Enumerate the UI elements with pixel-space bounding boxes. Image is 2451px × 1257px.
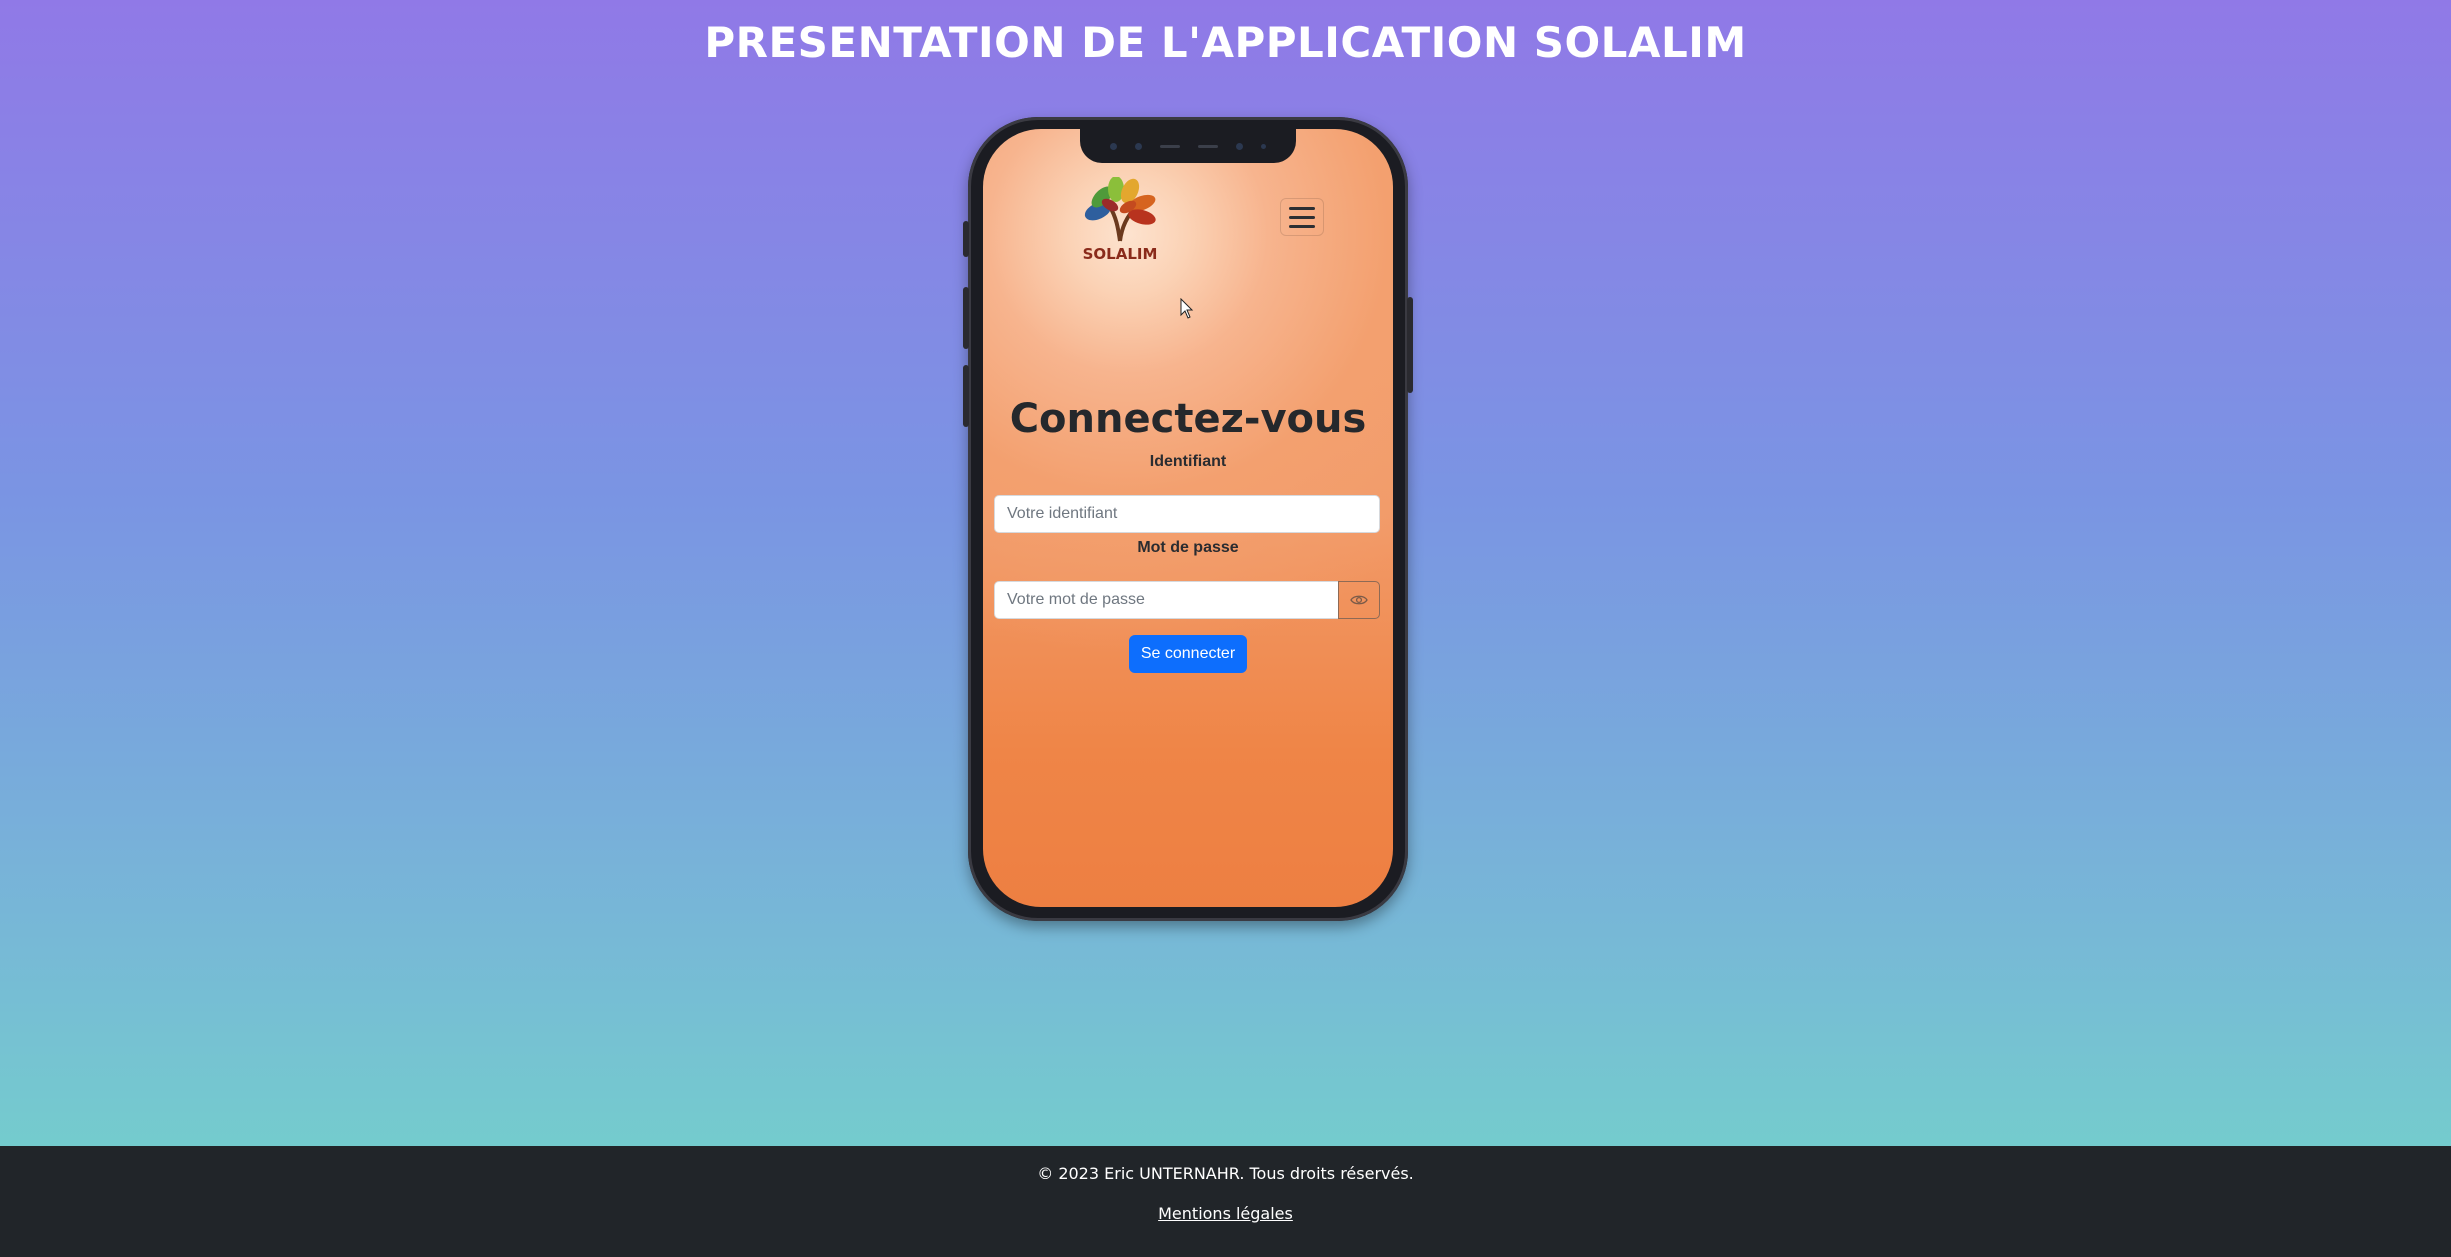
solalim-logo[interactable]: SOLALIM <box>1080 176 1160 263</box>
mouse-cursor-icon <box>1180 298 1194 319</box>
phone-volume-up <box>963 287 969 349</box>
username-label: Identifiant <box>1149 453 1227 470</box>
hamburger-menu-icon <box>1289 215 1315 219</box>
sensor-icon <box>1110 142 1117 150</box>
camera-icon <box>1135 142 1142 150</box>
hamburger-menu-icon <box>1289 206 1315 210</box>
phone-mockup: SOLALIM Connectez-vous Identifiant Mot d… <box>963 117 1413 921</box>
page-title: PRESENTATION DE L'APPLICATION SOLALIM <box>704 18 1747 67</box>
site-footer: © 2023 Eric UNTERNAHR. Tous droits réser… <box>0 1146 2451 1257</box>
legal-notice-link[interactable]: Mentions légales <box>0 1204 2451 1223</box>
password-input[interactable] <box>994 581 1339 619</box>
phone-power-button <box>1407 297 1413 393</box>
logo-text: SOLALIM <box>1082 245 1158 263</box>
login-submit-button[interactable]: Se connecter <box>1129 635 1247 673</box>
phone-notch <box>1080 129 1296 163</box>
login-title: Connectez-vous <box>1009 396 1367 442</box>
toggle-password-visibility-button[interactable] <box>1338 581 1380 619</box>
proximity-sensor-icon <box>1261 143 1266 149</box>
hamburger-menu-icon <box>1289 224 1315 228</box>
speaker-slot <box>1160 144 1180 148</box>
tree-logo-icon <box>1084 176 1156 242</box>
phone-mute-switch <box>963 221 969 257</box>
phone-screen: SOLALIM Connectez-vous Identifiant Mot d… <box>983 129 1393 907</box>
face-sensor-icon <box>1236 142 1243 150</box>
copyright-text: © 2023 Eric UNTERNAHR. Tous droits réser… <box>1037 1164 1414 1183</box>
speaker-slot <box>1198 144 1218 148</box>
menu-toggle-button[interactable] <box>1280 198 1324 236</box>
phone-volume-down <box>963 365 969 427</box>
eye-icon <box>1350 595 1368 605</box>
password-label: Mot de passe <box>1137 539 1239 556</box>
username-input[interactable] <box>994 495 1380 533</box>
